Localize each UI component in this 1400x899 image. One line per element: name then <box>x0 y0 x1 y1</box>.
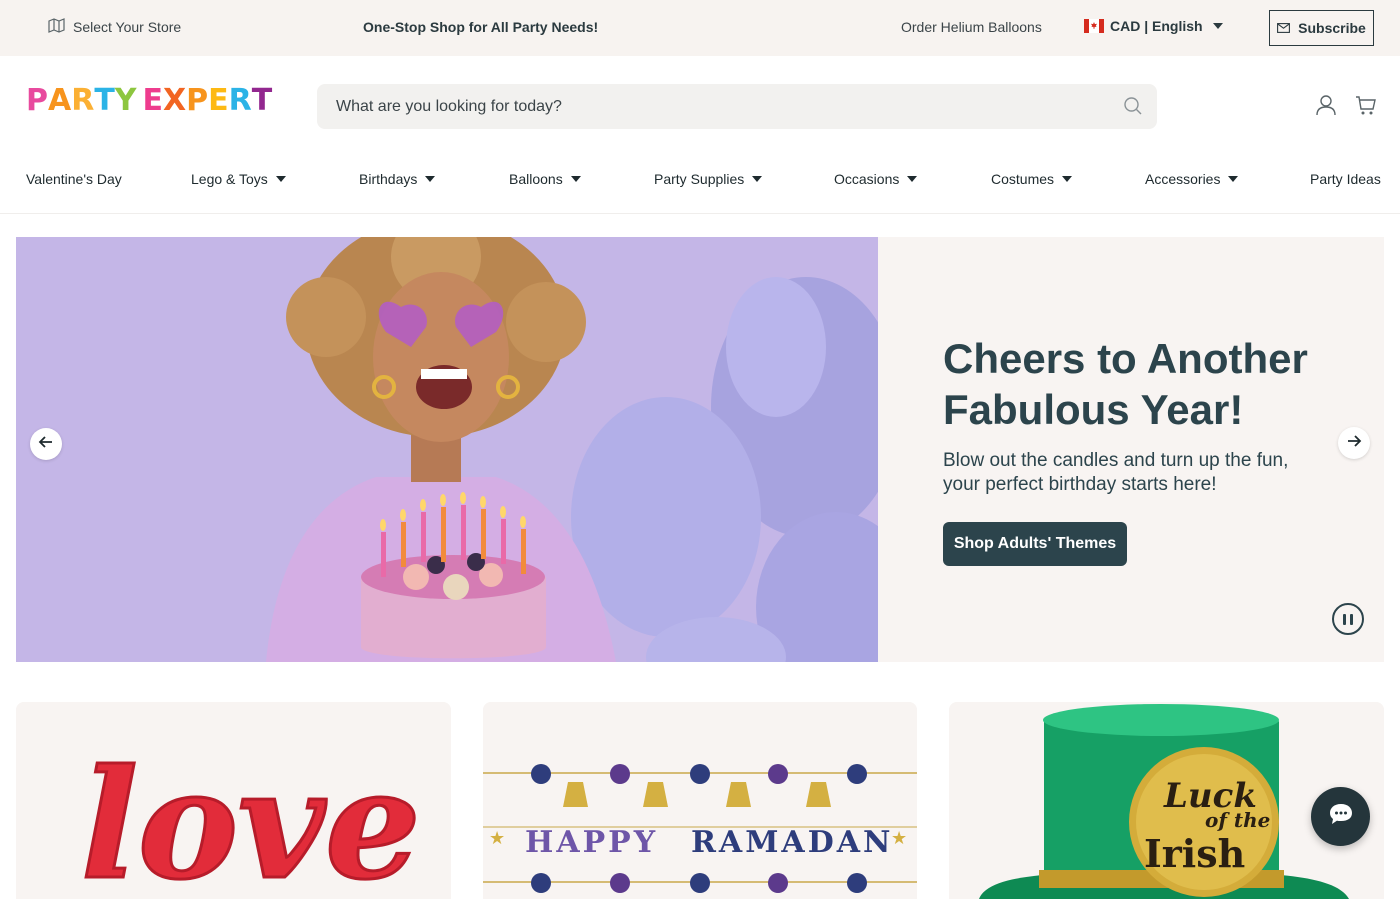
nav-item-party-ideas[interactable]: Party Ideas <box>1310 171 1381 187</box>
ramadan-text-right: RAMADAN <box>691 825 893 860</box>
map-icon <box>48 18 65 36</box>
logo-letter: E <box>142 83 164 118</box>
utility-bar: Select Your Store One-Stop Shop for All … <box>0 0 1400 56</box>
nav-label: Birthdays <box>359 171 418 187</box>
hero-title-line: Fabulous Year! <box>943 386 1244 433</box>
order-helium-link[interactable]: Order Helium Balloons <box>901 19 1042 35</box>
select-store-link[interactable]: Select Your Store <box>48 18 181 36</box>
hero-title-line: Cheers to Another <box>943 335 1308 382</box>
hero-next-button[interactable] <box>1338 427 1370 459</box>
logo-letter: Y <box>114 83 137 118</box>
hero-subtitle-line: your perfect birthday starts here! <box>943 474 1217 495</box>
chevron-down-icon <box>275 176 286 182</box>
nav-item-costumes[interactable]: Costumes <box>991 171 1073 187</box>
love-balloon-text: love <box>81 737 421 899</box>
nav-label: Lego & Toys <box>191 171 268 187</box>
logo-letter: X <box>163 83 187 118</box>
nav-label: Party Supplies <box>654 171 745 187</box>
card-ramadan[interactable]: HAPPY RAMADAN ★ ★ <box>483 702 917 899</box>
chevron-down-icon <box>752 176 763 182</box>
nav-label: Accessories <box>1145 171 1221 187</box>
love-balloon-image: love <box>16 702 451 899</box>
logo-letter: E <box>208 83 229 118</box>
chevron-down-icon <box>907 176 918 182</box>
ramadan-text-left: HAPPY <box>525 825 658 860</box>
party-expert-logo[interactable]: PARTY EXPERT <box>26 84 272 118</box>
ramadan-banner-image: HAPPY RAMADAN ★ ★ <box>483 702 917 899</box>
arrow-left-icon <box>38 434 54 455</box>
nav-item-occasions[interactable]: Occasions <box>834 171 918 187</box>
logo-letter: A <box>48 83 72 118</box>
hero-subtitle-line: Blow out the candles and turn up the fun… <box>943 450 1289 471</box>
nav-item-valentines-day[interactable]: Valentine's Day <box>26 171 122 187</box>
search-icon[interactable] <box>1123 96 1143 121</box>
subscribe-label: Subscribe <box>1298 20 1366 36</box>
logo-letter: R <box>71 83 95 118</box>
nav-item-party-supplies[interactable]: Party Supplies <box>654 171 763 187</box>
nav-item-balloons[interactable]: Balloons <box>509 171 581 187</box>
cart-icon[interactable] <box>1355 94 1377 121</box>
nav-item-lego-toys[interactable]: Lego & Toys <box>191 171 286 187</box>
select-store-label: Select Your Store <box>73 19 182 35</box>
search-bar <box>317 84 1157 129</box>
pause-icon-bar <box>1350 613 1353 625</box>
hero-prev-button[interactable] <box>30 428 62 460</box>
card-valentines[interactable]: love <box>16 702 451 899</box>
logo-letter: T <box>251 83 273 118</box>
nav-item-accessories[interactable]: Accessories <box>1145 171 1239 187</box>
main-navigation: Valentine's Day Lego & Toys Birthdays Ba… <box>0 160 1400 214</box>
pause-icon-bar <box>1343 613 1346 625</box>
hero-title: Cheers to Another Fabulous Year! <box>943 333 1343 435</box>
hero-image[interactable] <box>16 237 878 662</box>
chevron-down-icon <box>1062 176 1073 182</box>
arrow-right-icon <box>1346 433 1362 454</box>
canada-flag-icon <box>1084 19 1104 33</box>
nav-label: Valentine's Day <box>26 171 122 187</box>
mail-icon <box>1277 20 1291 36</box>
user-icon[interactable] <box>1315 94 1337 121</box>
search-input[interactable] <box>336 97 1096 116</box>
logo-letter: P <box>186 83 209 118</box>
logo-letter: T <box>94 83 115 118</box>
hat-text-irish: Irish <box>1144 831 1245 876</box>
svg-text:★: ★ <box>489 828 505 849</box>
locale-label: CAD | English <box>1110 18 1203 34</box>
hat-text-of-the: of the <box>1205 808 1270 832</box>
nav-label: Balloons <box>509 171 563 187</box>
nav-item-birthdays[interactable]: Birthdays <box>359 171 436 187</box>
logo-letter: R <box>228 83 252 118</box>
subscribe-button[interactable]: Subscribe <box>1269 10 1374 46</box>
currency-language-selector[interactable]: CAD | English <box>1084 18 1223 34</box>
hero-subtitle: Blow out the candles and turn up the fun… <box>943 449 1343 497</box>
nav-label: Costumes <box>991 171 1055 187</box>
chat-icon <box>1328 802 1354 831</box>
chevron-down-icon <box>1212 23 1223 29</box>
svg-text:★: ★ <box>891 828 907 849</box>
carousel-pause-button[interactable] <box>1332 603 1364 635</box>
chevron-down-icon <box>1228 176 1239 182</box>
hero-carousel: Cheers to Another Fabulous Year! Blow ou… <box>16 237 1384 662</box>
tagline: One-Stop Shop for All Party Needs! <box>363 19 599 35</box>
logo-letter: P <box>26 83 48 118</box>
nav-label: Occasions <box>834 171 900 187</box>
nav-label: Party Ideas <box>1310 171 1381 187</box>
chevron-down-icon <box>425 176 436 182</box>
shop-adults-themes-button[interactable]: Shop Adults' Themes <box>943 522 1127 566</box>
chat-launcher-button[interactable] <box>1311 787 1370 846</box>
chevron-down-icon <box>570 176 581 182</box>
